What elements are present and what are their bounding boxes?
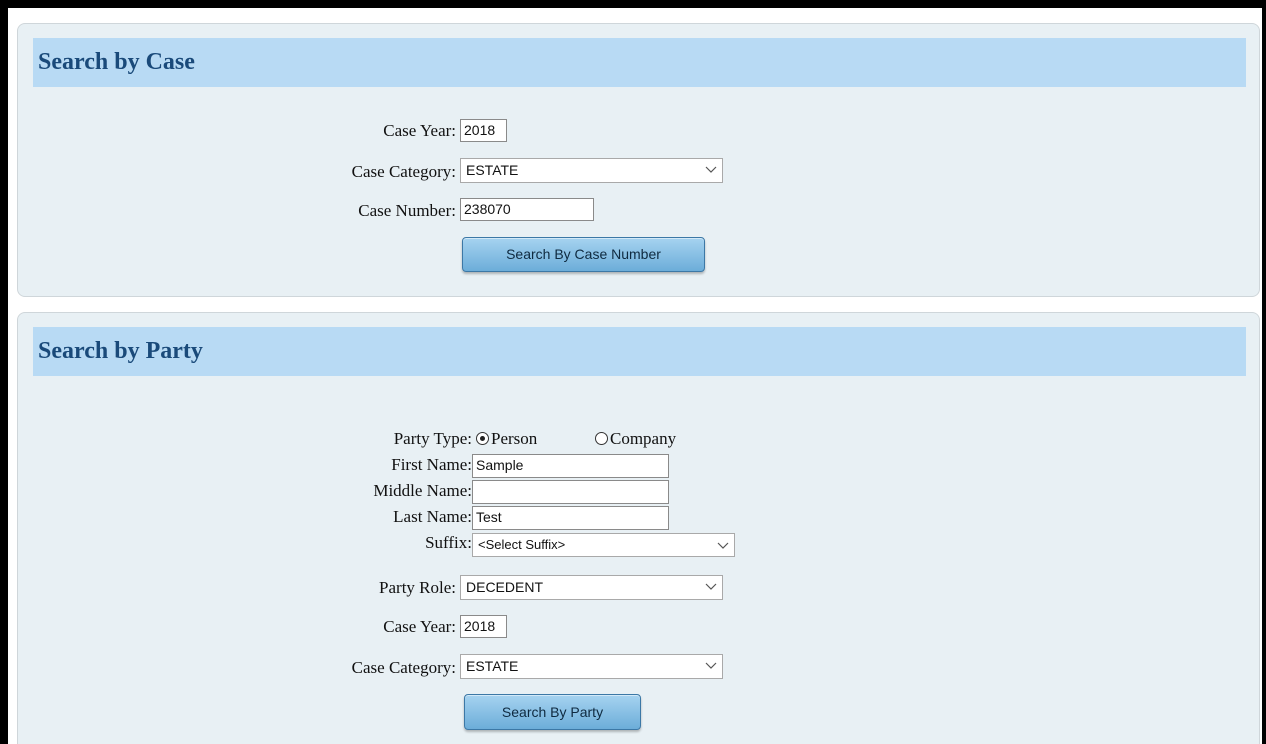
search-by-case-title: Search by Case (38, 49, 195, 75)
party-case-category-label: Case Category: (351, 658, 456, 677)
party-case-category-value: ESTATE (466, 658, 519, 674)
case-year-label: Case Year: (383, 121, 456, 140)
chevron-down-icon (717, 542, 729, 549)
search-by-party-button[interactable]: Search By Party (464, 694, 641, 730)
party-case-year-label: Case Year: (383, 617, 456, 636)
party-role-label: Party Role: (379, 578, 456, 597)
radio-selected-dot (480, 436, 485, 441)
case-category-value: ESTATE (466, 162, 519, 178)
first-name-label: First Name: (391, 455, 472, 474)
chevron-down-icon (705, 662, 717, 669)
search-by-case-number-button[interactable]: Search By Case Number (462, 237, 705, 272)
search-by-party-title: Search by Party (38, 338, 203, 364)
party-role-value: DECEDENT (466, 579, 544, 595)
first-name-input[interactable]: Sample (472, 454, 669, 478)
case-year-input[interactable]: 2018 (460, 119, 507, 142)
party-case-category-select[interactable]: ESTATE (460, 654, 723, 679)
case-number-input[interactable]: 238070 (460, 198, 594, 221)
suffix-select[interactable]: <Select Suffix> (472, 533, 735, 557)
last-name-label: Last Name: (393, 507, 472, 526)
party-role-select[interactable]: DECEDENT (460, 575, 723, 600)
search-by-case-header: Search by Case (33, 38, 1246, 87)
radio-person[interactable] (476, 432, 489, 445)
case-category-label: Case Category: (351, 162, 456, 181)
search-by-party-header: Search by Party (33, 327, 1246, 376)
radio-company[interactable] (595, 432, 608, 445)
last-name-input[interactable]: Test (472, 506, 669, 530)
middle-name-input[interactable] (472, 480, 669, 504)
chevron-down-icon (705, 583, 717, 590)
case-category-select[interactable]: ESTATE (460, 158, 723, 183)
party-type-label: Party Type: (393, 429, 472, 448)
search-by-party-panel: Search by Party Party Type: Person Compa… (17, 312, 1260, 744)
case-number-label: Case Number: (358, 201, 456, 220)
page-frame: Search by Case Case Year: 2018 Case Cate… (8, 8, 1262, 744)
radio-person-label[interactable]: Person (491, 429, 537, 449)
party-case-year-input[interactable]: 2018 (460, 615, 507, 638)
suffix-value: <Select Suffix> (478, 537, 566, 552)
chevron-down-icon (705, 166, 717, 173)
middle-name-label: Middle Name: (373, 481, 472, 500)
suffix-label: Suffix: (425, 533, 472, 552)
radio-company-label[interactable]: Company (610, 429, 676, 449)
search-by-case-panel: Search by Case Case Year: 2018 Case Cate… (17, 23, 1260, 297)
